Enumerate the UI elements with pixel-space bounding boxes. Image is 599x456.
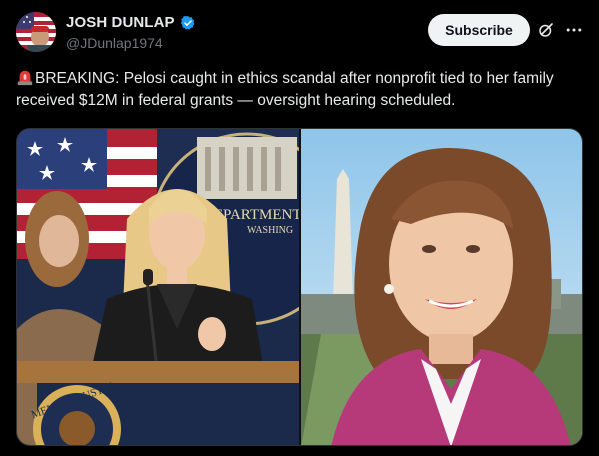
siren-icon: [17, 70, 33, 86]
author-name-row: JOSH DUNLAP: [66, 14, 196, 31]
photo-left[interactable]: DEPARTMENT WASHING MENT OF JUSTIC: [17, 129, 299, 445]
post-text: BREAKING: Pelosi caught in ethics scanda…: [16, 68, 586, 112]
verified-badge-icon: [180, 15, 195, 30]
press-conference-photo: DEPARTMENT WASHING MENT OF JUSTIC: [17, 129, 299, 445]
seal-text-2: WASHING: [247, 225, 293, 236]
subscribe-button[interactable]: Subscribe: [428, 14, 530, 46]
grok-icon[interactable]: [537, 21, 555, 39]
author-avatar[interactable]: [16, 12, 56, 52]
media-grid: DEPARTMENT WASHING MENT OF JUSTIC: [16, 128, 583, 446]
author-handle[interactable]: @JDunlap1974: [66, 35, 163, 51]
portrait-photo: [301, 129, 582, 445]
tweet: JOSH DUNLAP @JDunlap1974 Subscribe BREAK…: [0, 0, 599, 456]
more-horizontal-icon[interactable]: [564, 20, 584, 40]
post-body: BREAKING: Pelosi caught in ethics scanda…: [16, 70, 554, 109]
avatar-flag-photo: [16, 12, 56, 52]
author-display-name[interactable]: JOSH DUNLAP: [66, 14, 175, 31]
photo-right[interactable]: [301, 129, 582, 445]
